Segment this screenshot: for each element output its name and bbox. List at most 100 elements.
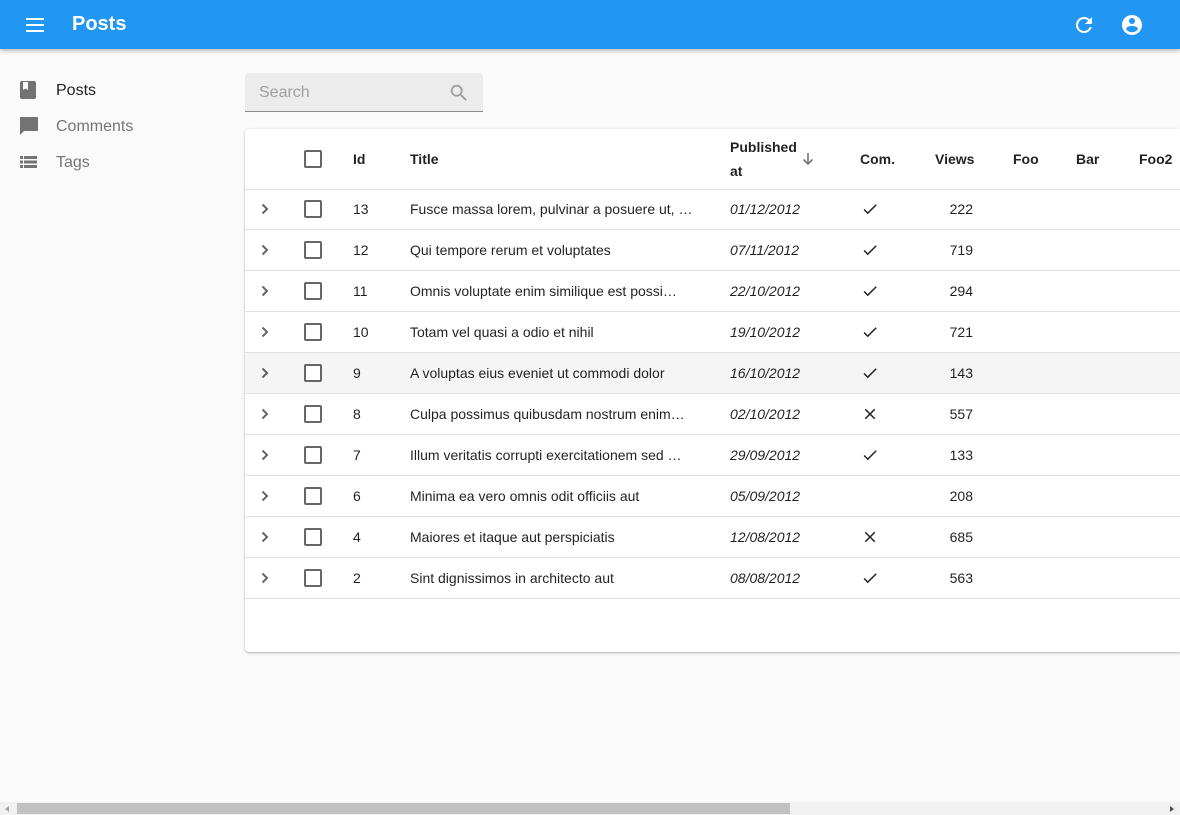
expand-row-chevron-icon[interactable] <box>257 240 273 260</box>
table-row[interactable]: 11 Omnis voluptate enim similique est pos… <box>245 271 1180 312</box>
cell-views: 143 <box>949 365 973 381</box>
cell-published-at: 29/09/2012 <box>730 447 801 463</box>
expand-row-chevron-icon[interactable] <box>257 363 273 383</box>
sidebar: Posts Comments Tags <box>0 72 230 180</box>
cell-title: Qui tempore rerum et voluptates <box>410 242 611 258</box>
row-checkbox[interactable] <box>304 364 322 382</box>
row-checkbox[interactable] <box>304 528 322 546</box>
table-row[interactable]: 7 Illum veritatis corrupti exercitationem… <box>245 435 1180 476</box>
column-header-id[interactable]: Id <box>353 151 365 167</box>
cell-published-at: 19/10/2012 <box>730 324 801 340</box>
horizontal-scrollbar[interactable] <box>0 802 1180 815</box>
cell-published-at: 01/12/2012 <box>730 201 801 217</box>
cell-id: 8 <box>353 406 361 422</box>
refresh-icon[interactable] <box>1072 13 1096 37</box>
column-header-title[interactable]: Title <box>410 151 439 167</box>
row-checkbox[interactable] <box>304 405 322 423</box>
cell-title: Maiores et itaque aut perspiciatis <box>410 529 615 545</box>
sidebar-item-posts[interactable]: Posts <box>0 72 230 108</box>
list-icon <box>18 152 40 172</box>
select-all-checkbox[interactable] <box>304 150 322 168</box>
cell-title: Totam vel quasi a odio et nihil <box>410 324 594 340</box>
sidebar-item-label: Tags <box>56 154 90 171</box>
table-row[interactable]: 8 Culpa possimus quibusdam nostrum enim… 0… <box>245 394 1180 435</box>
book-icon <box>18 80 40 100</box>
expand-row-chevron-icon[interactable] <box>257 404 273 424</box>
cell-id: 11 <box>353 283 368 299</box>
table-row[interactable]: 9 A voluptas eius eveniet ut commodi dolo… <box>245 353 1180 394</box>
cell-views: 222 <box>949 201 973 217</box>
scroll-right-arrow-icon[interactable] <box>1170 806 1174 812</box>
search-icon[interactable] <box>448 82 470 104</box>
sidebar-item-tags[interactable]: Tags <box>0 144 230 180</box>
cell-views: 294 <box>949 283 973 299</box>
cell-published-at: 08/08/2012 <box>730 570 801 586</box>
scrollbar-thumb[interactable] <box>17 803 790 814</box>
cell-id: 2 <box>353 570 361 586</box>
column-header-foo[interactable]: Foo <box>1013 151 1039 167</box>
cell-id: 9 <box>353 365 361 381</box>
table-row[interactable]: 10 Totam vel quasi a odio et nihil 19/10/2… <box>245 312 1180 353</box>
expand-row-chevron-icon[interactable] <box>257 527 273 547</box>
row-checkbox[interactable] <box>304 241 322 259</box>
cell-views: 685 <box>949 529 973 545</box>
cell-title: Minima ea vero omnis odit officiis aut <box>410 488 640 504</box>
cell-title: A voluptas eius eveniet ut commodi dolor <box>410 365 665 381</box>
cell-id: 10 <box>353 324 369 340</box>
row-checkbox[interactable] <box>304 487 322 505</box>
column-header-label: Published <box>730 139 797 155</box>
search-input[interactable] <box>257 82 441 104</box>
cell-title: Culpa possimus quibusdam nostrum enim… <box>410 406 685 422</box>
table-header: Id Title Published at Com. Views Foo Bar… <box>245 129 1180 190</box>
row-checkbox[interactable] <box>304 200 322 218</box>
table-row[interactable]: 12 Qui tempore rerum et voluptates 07/11/2… <box>245 230 1180 271</box>
menu-icon[interactable] <box>24 14 48 36</box>
table-row[interactable]: 13 Fusce massa lorem, pulvinar a posuere … <box>245 189 1180 230</box>
cell-title: Illum veritatis corrupti exercitationem … <box>410 447 682 463</box>
column-header-bar[interactable]: Bar <box>1076 151 1099 167</box>
scroll-left-arrow-icon[interactable] <box>5 806 9 812</box>
column-header-foo2[interactable]: Foo2 <box>1139 151 1172 167</box>
check-icon <box>861 323 879 341</box>
posts-table: Id Title Published at Com. Views Foo Bar… <box>245 129 1180 652</box>
row-checkbox[interactable] <box>304 323 322 341</box>
column-header-commentable[interactable]: Com. <box>860 151 895 167</box>
cell-views: 563 <box>949 570 973 586</box>
cell-id: 13 <box>353 201 369 217</box>
search-field[interactable] <box>245 73 483 112</box>
cross-icon <box>861 528 879 546</box>
check-icon <box>861 241 879 259</box>
account-icon[interactable] <box>1120 13 1144 37</box>
sidebar-item-label: Posts <box>56 82 97 99</box>
cell-views: 133 <box>949 447 973 463</box>
table-row[interactable]: 6 Minima ea vero omnis odit officiis aut 0… <box>245 476 1180 517</box>
cell-published-at: 22/10/2012 <box>730 283 801 299</box>
column-header-label: at <box>730 163 743 179</box>
page-title: Posts <box>72 13 127 35</box>
check-icon <box>861 282 879 300</box>
expand-row-chevron-icon[interactable] <box>257 199 273 219</box>
cell-published-at: 12/08/2012 <box>730 529 801 545</box>
check-icon <box>861 446 879 464</box>
expand-row-chevron-icon[interactable] <box>257 445 273 465</box>
row-checkbox[interactable] <box>304 569 322 587</box>
table-row[interactable]: 2 Sint dignissimos in architecto aut 08/08… <box>245 558 1180 599</box>
cell-published-at: 07/11/2012 <box>730 242 800 258</box>
column-header-published-at[interactable]: Published at <box>730 137 820 181</box>
row-checkbox[interactable] <box>304 446 322 464</box>
table-row[interactable]: 4 Maiores et itaque aut perspiciatis 12/08… <box>245 517 1180 558</box>
expand-row-chevron-icon[interactable] <box>257 486 273 506</box>
check-icon <box>861 200 879 218</box>
sort-descending-icon <box>800 151 816 167</box>
cell-views: 719 <box>949 242 973 258</box>
expand-row-chevron-icon[interactable] <box>257 568 273 588</box>
check-icon <box>861 569 879 587</box>
cell-title: Sint dignissimos in architecto aut <box>410 570 614 586</box>
cell-title: Fusce massa lorem, pulvinar a posuere ut… <box>410 201 693 217</box>
sidebar-item-comments[interactable]: Comments <box>0 108 230 144</box>
expand-row-chevron-icon[interactable] <box>257 322 273 342</box>
cell-published-at: 02/10/2012 <box>730 406 801 422</box>
column-header-views[interactable]: Views <box>935 151 974 167</box>
expand-row-chevron-icon[interactable] <box>257 281 273 301</box>
row-checkbox[interactable] <box>304 282 322 300</box>
